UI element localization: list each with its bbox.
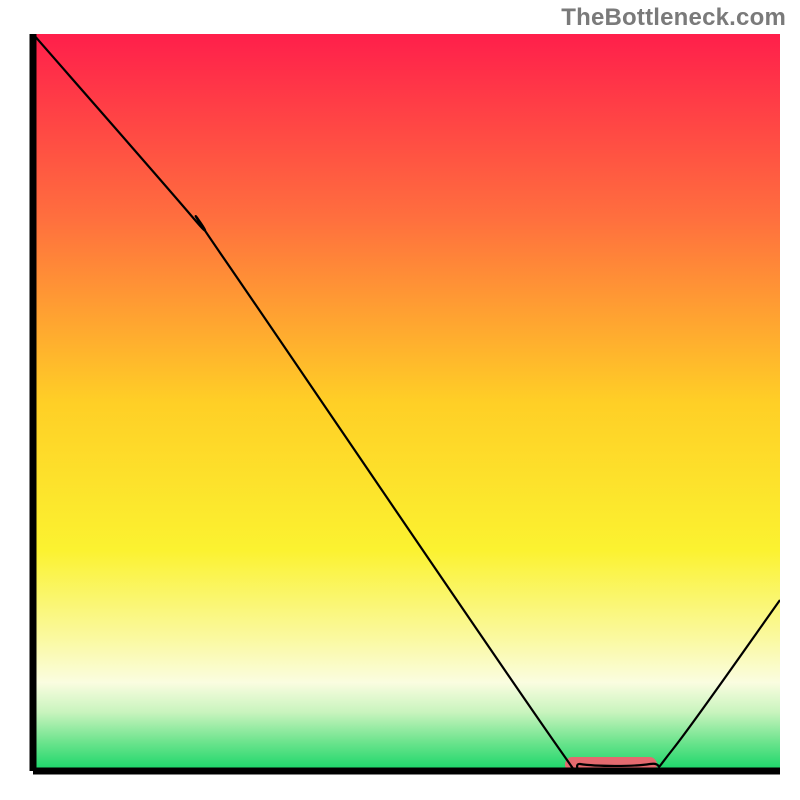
plot-background — [33, 34, 780, 771]
bottleneck-chart — [0, 0, 800, 800]
chart-container: TheBottleneck.com — [0, 0, 800, 800]
watermark-text: TheBottleneck.com — [561, 4, 786, 32]
